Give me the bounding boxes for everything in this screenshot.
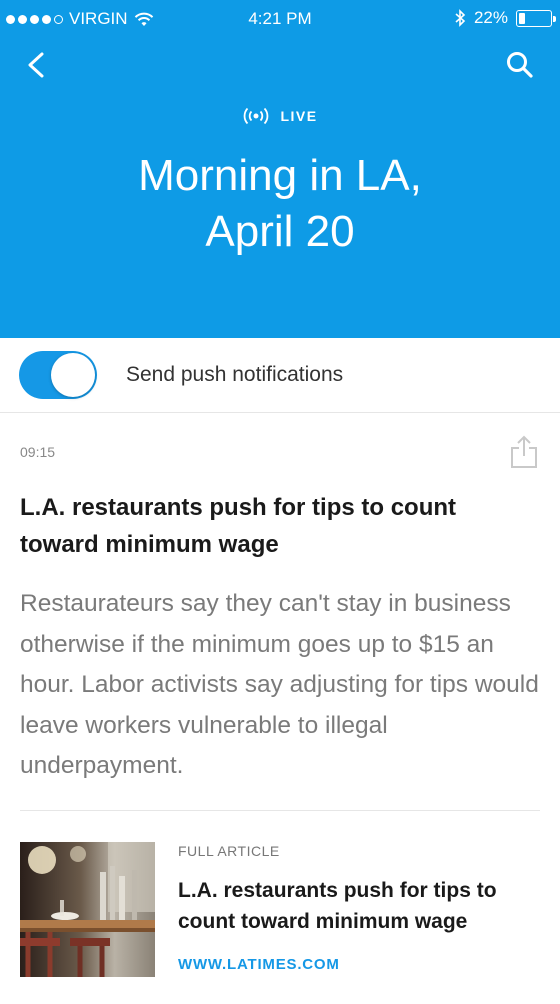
post-summary: Restaurateurs say they can't stay in bus… bbox=[20, 590, 539, 779]
card-source-link[interactable]: WWW.LATIMES.COM bbox=[178, 956, 340, 973]
chevron-left-icon bbox=[28, 52, 44, 78]
page-title: Morning in LA, April 20 bbox=[0, 148, 560, 260]
battery-area: 22% bbox=[455, 8, 556, 28]
battery-icon bbox=[516, 9, 556, 27]
live-indicator: LIVE bbox=[0, 107, 560, 125]
status-bar: VIRGIN 4:21 PM 22% bbox=[0, 0, 560, 38]
toggle-knob bbox=[51, 353, 95, 397]
card-kicker: FULL ARTICLE bbox=[178, 843, 280, 859]
broadcast-icon bbox=[244, 107, 269, 125]
battery-percent: 22% bbox=[473, 8, 508, 27]
push-notifications-label: Send push notifications bbox=[126, 363, 344, 386]
restaurant-photo bbox=[20, 842, 155, 977]
back-button[interactable] bbox=[20, 46, 54, 84]
post-time: 09:15 bbox=[20, 444, 56, 460]
post-headline: L.A. restaurants push for tips to count … bbox=[20, 494, 457, 558]
live-header: VIRGIN 4:21 PM 22% LIVE Morning in LA, A… bbox=[0, 0, 560, 338]
bluetooth-icon bbox=[455, 9, 466, 27]
card-article-title[interactable]: L.A. restaurants push for tips to count … bbox=[178, 875, 538, 937]
title-line-1: Morning in LA, bbox=[138, 151, 422, 200]
live-label: LIVE bbox=[280, 108, 318, 124]
share-button[interactable] bbox=[508, 434, 540, 470]
article-thumbnail[interactable] bbox=[20, 842, 155, 977]
push-notifications-toggle[interactable] bbox=[19, 351, 97, 399]
push-notification-row: Send push notifications bbox=[0, 338, 560, 413]
title-line-2: April 20 bbox=[205, 207, 355, 256]
search-icon bbox=[507, 52, 533, 78]
search-button[interactable] bbox=[502, 46, 538, 84]
share-icon bbox=[511, 435, 537, 468]
divider bbox=[20, 810, 540, 811]
